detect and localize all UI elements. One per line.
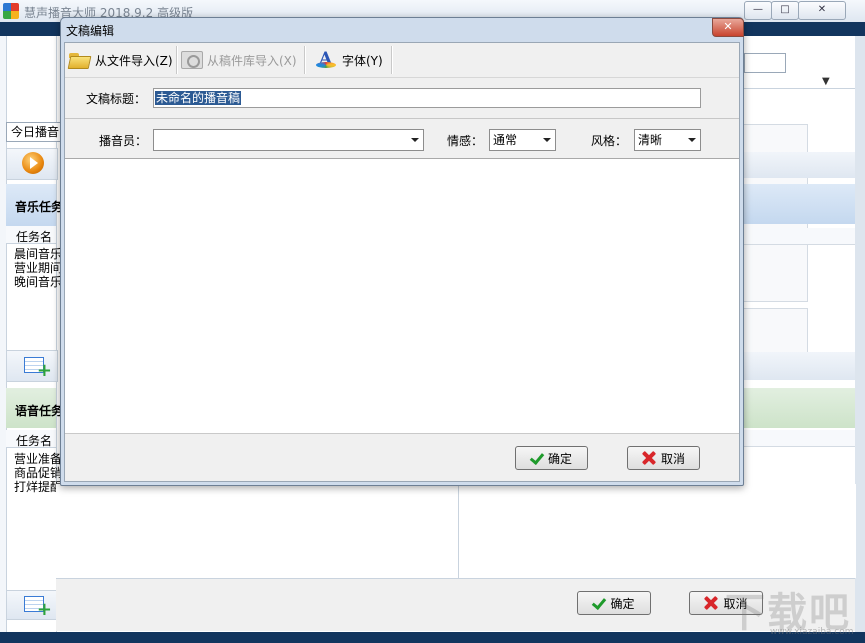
detail-pane	[56, 484, 856, 578]
close-button[interactable]: ✕	[798, 1, 846, 20]
main-ok-button[interactable]: 确定	[577, 591, 651, 615]
dialog-cancel-label: 取消	[660, 451, 685, 466]
import-from-library-button[interactable]: 从稿件库导入(X)	[181, 47, 297, 73]
font-button[interactable]: 字体(Y)	[316, 47, 383, 73]
app-logo-icon	[3, 3, 19, 19]
chevron-down-icon[interactable]: ▼	[822, 76, 830, 87]
open-folder-icon	[69, 51, 91, 69]
announcer-label: 播音员：	[99, 134, 148, 148]
watermark-url: www.xiazaiba.com	[770, 627, 854, 637]
import-from-file-button[interactable]: 从文件导入(Z)	[69, 47, 173, 73]
dialog-close-button[interactable]: ✕	[712, 18, 744, 37]
right-column-header	[742, 228, 855, 245]
dialog-ok-label: 确定	[547, 451, 572, 466]
tab-today-broadcast[interactable]: 今日播音	[6, 122, 64, 142]
right-toolbar-band	[742, 352, 855, 380]
add-task-icon[interactable]	[24, 596, 52, 619]
font-icon	[316, 49, 338, 70]
divider	[742, 88, 855, 89]
announcer-select[interactable]	[153, 129, 424, 151]
dialog-cancel-button[interactable]: 取消	[627, 446, 700, 470]
cancel-x-icon	[704, 596, 718, 610]
font-label: 字体(Y)	[342, 53, 383, 68]
emotion-select[interactable]: 通常	[489, 129, 556, 151]
right-column-header	[742, 430, 855, 447]
toolbar-separator	[176, 46, 178, 74]
script-title-label: 文稿标题：	[86, 92, 147, 106]
right-frame	[855, 36, 865, 632]
music-column-label[interactable]: 任务名	[16, 228, 52, 245]
voice-section-title: 语音任务	[15, 404, 64, 418]
library-search-icon	[181, 51, 203, 69]
main-ok-label: 确定	[610, 596, 635, 611]
emotion-value: 通常	[493, 133, 518, 147]
play-icon[interactable]	[22, 152, 44, 174]
pane-splitter[interactable]	[458, 484, 459, 578]
add-task-icon[interactable]	[24, 357, 52, 380]
list-item[interactable]: 晚间音乐	[14, 273, 62, 290]
voice-column-label[interactable]: 任务名	[16, 432, 52, 449]
music-section-title: 音乐任务	[15, 200, 64, 214]
right-music-header-band	[742, 184, 855, 224]
style-value: 清晰	[638, 133, 663, 147]
toolbar-separator	[391, 46, 393, 74]
right-toolbar-band	[742, 152, 855, 178]
list-item[interactable]: 打烊提醒	[14, 478, 62, 495]
import-from-file-label: 从文件导入(Z)	[95, 53, 173, 68]
style-select[interactable]: 清晰	[634, 129, 701, 151]
script-title-value[interactable]: 未命名的播音稿	[155, 91, 242, 105]
checkmark-icon	[531, 451, 543, 465]
dialog-ok-button[interactable]: 确定	[515, 446, 588, 470]
style-label: 风格：	[591, 134, 628, 148]
right-voice-header-band	[742, 388, 855, 428]
script-content-textarea[interactable]	[65, 158, 739, 434]
search-input[interactable]	[744, 53, 786, 73]
maximize-button[interactable]: □	[771, 1, 799, 20]
dialog-title: 文稿编辑	[66, 24, 115, 38]
checkmark-icon	[593, 596, 605, 610]
chevron-down-icon	[411, 138, 419, 142]
chevron-down-icon	[688, 138, 696, 142]
import-from-library-label: 从稿件库导入(X)	[207, 53, 297, 68]
toolbar-separator	[304, 46, 306, 74]
minimize-button[interactable]: —	[744, 1, 772, 20]
chevron-down-icon	[543, 138, 551, 142]
cancel-x-icon	[642, 451, 656, 465]
emotion-label: 情感：	[447, 134, 484, 148]
